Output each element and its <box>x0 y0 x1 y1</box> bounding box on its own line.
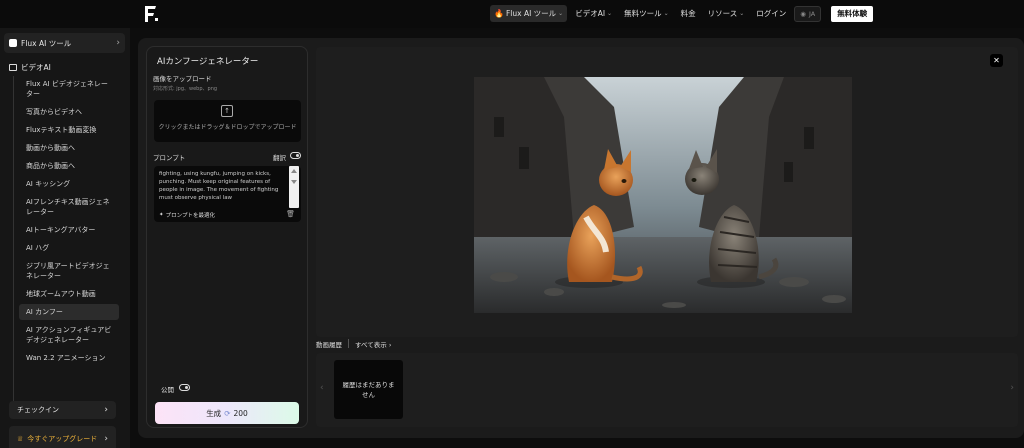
upload-formats: 対応形式: jpg、webp、png <box>153 86 218 92</box>
nav-free-tools[interactable]: 無料ツール ⌄ <box>620 5 673 22</box>
globe-icon: ◉ <box>800 9 806 18</box>
flux-logo-icon[interactable] <box>143 5 159 23</box>
history-panel: ‹ 履歴はまだありません › <box>316 353 1018 427</box>
main-nav: 🔥 Flux AI ツール ⌄ ビデオAI ⌄ 無料ツール ⌄ 料金 リソース … <box>490 5 874 22</box>
sidebar-flux-tools[interactable]: Flux AI ツール › <box>4 33 125 53</box>
preview-image <box>474 77 852 313</box>
chevron-down-icon: ⌄ <box>739 10 745 17</box>
public-label: 公開 <box>161 386 174 394</box>
sidebar-item[interactable]: AIトーキングアバター <box>19 222 119 238</box>
chevron-right-icon: › <box>104 434 108 444</box>
sidebar-section-label: ビデオAI <box>21 63 51 72</box>
sidebar: Flux AI ツール › ビデオAI Flux AI ビデオジェネレーター写真… <box>0 28 130 448</box>
sidebar-item[interactable]: AI ハグ <box>19 240 119 256</box>
nav-label: 料金 <box>680 9 696 18</box>
sidebar-item[interactable]: 動画から動画へ <box>19 140 119 156</box>
nav-label: リソース <box>707 9 738 18</box>
sidebar-divider <box>13 76 14 406</box>
nav-label: ログイン <box>756 9 787 18</box>
chevron-down-icon: ⌄ <box>607 10 613 17</box>
history-label: 動画履歴 <box>316 341 342 349</box>
prompt-label: プロンプト <box>153 154 186 162</box>
upload-label: 画像をアップロード <box>153 75 212 83</box>
show-all-link[interactable]: すべて表示 › <box>355 339 391 349</box>
flame-icon: 🔥 <box>494 9 504 18</box>
nav-login[interactable]: ログイン <box>752 5 790 22</box>
prompt-scrollbar[interactable] <box>289 166 299 208</box>
nav-flux-ai-tools[interactable]: 🔥 Flux AI ツール ⌄ <box>490 5 568 22</box>
chevron-right-icon: › <box>104 405 108 415</box>
checkin-label: チェックイン <box>17 406 59 414</box>
sidebar-item[interactable]: Wan 2.2 アニメーション <box>19 350 119 366</box>
chevron-right-icon: › <box>388 341 392 349</box>
history-divider <box>348 339 349 348</box>
sidebar-item[interactable]: 商品から動画へ <box>19 158 119 174</box>
chevron-down-icon: ⌄ <box>558 10 564 17</box>
magic-wand-icon: ✦ <box>159 212 164 218</box>
credit-icon: ⟳ <box>224 408 231 418</box>
trash-icon[interactable]: 🗑 <box>286 210 295 218</box>
sidebar-item[interactable]: AIフレンチキス動画ジェネレーター <box>19 194 119 220</box>
optimize-prompt-button[interactable]: ✦ プロンプトを最適化 <box>159 211 215 219</box>
nav-label: Flux AI ツール <box>505 9 557 18</box>
sidebar-item[interactable]: 地球ズームアウト動画 <box>19 286 119 302</box>
prompt-text: fighting, using kungfu, jumping on kicks… <box>159 171 279 201</box>
sidebar-item[interactable]: Flux AI ビデオジェネレーター <box>19 76 119 102</box>
close-icon[interactable]: ✕ <box>990 54 1003 67</box>
upload-icon: ↑ <box>221 105 233 117</box>
show-all-label: すべて表示 <box>355 341 387 349</box>
sidebar-item[interactable]: ジブリ風アートビデオジェネレーター <box>19 258 119 284</box>
scroll-up-icon[interactable] <box>291 169 297 173</box>
optimize-label: プロンプトを最適化 <box>165 213 215 219</box>
flux-small-icon <box>9 39 17 47</box>
translate-toggle[interactable] <box>290 152 301 159</box>
sidebar-item[interactable]: AI アクションフィギュアビデオジェネレーター <box>19 322 119 348</box>
upload-hint: クリックまたはドラッグ＆ドロップでアップロード <box>158 124 297 131</box>
sidebar-list: Flux AI ビデオジェネレーター写真からビデオへ Fluxテキスト動画変換 動画… <box>19 76 119 368</box>
nav-label: ビデオAI <box>575 9 606 18</box>
sidebar-item[interactable]: Fluxテキスト動画変換 <box>19 122 119 138</box>
upgrade-button[interactable]: ♕ 今すぐアップグレード › <box>9 426 116 448</box>
prompt-input[interactable]: fighting, using kungfu, jumping on kicks… <box>154 166 301 222</box>
generate-label: 生成 <box>206 408 222 418</box>
upgrade-label: 今すぐアップグレード <box>27 435 98 443</box>
public-toggle[interactable] <box>179 384 190 391</box>
scroll-down-icon[interactable] <box>291 180 297 184</box>
chevron-left-icon[interactable]: ‹ <box>320 383 324 393</box>
sidebar-item[interactable]: 写真からビデオへ <box>19 104 119 120</box>
generator-panel: AIカンフージェネレーター 画像をアップロード 対応形式: jpg、webp、p… <box>146 46 308 428</box>
sidebar-item[interactable]: AI キッシング <box>19 176 119 192</box>
nav-video-ai[interactable]: ビデオAI ⌄ <box>571 5 616 22</box>
sidebar-tool-label: Flux AI ツール <box>21 38 72 48</box>
history-empty-card: 履歴はまだありません <box>334 360 403 419</box>
sidebar-item[interactable]: AI カンフー <box>19 304 119 320</box>
language-selector[interactable]: ◉ JA <box>794 5 822 22</box>
chevron-right-icon[interactable]: › <box>1010 383 1014 393</box>
generate-cost: 200 <box>233 408 248 418</box>
nav-pricing[interactable]: 料金 <box>677 5 700 22</box>
top-nav: 🔥 Flux AI ツール ⌄ ビデオAI ⌄ 無料ツール ⌄ 料金 リソース … <box>0 0 1024 28</box>
language-code: JA <box>808 9 816 18</box>
checkin-button[interactable]: チェックイン › <box>9 401 116 419</box>
sidebar-video-section[interactable]: ビデオAI <box>9 62 51 73</box>
upload-dropzone[interactable]: ↑ クリックまたはドラッグ＆ドロップでアップロード <box>154 100 301 142</box>
history-header: 動画履歴 すべて表示 › <box>316 339 391 349</box>
panel-title: AIカンフージェネレーター <box>157 57 259 67</box>
translate-label: 翻訳 <box>273 154 286 162</box>
free-trial-button[interactable]: 無料体験 <box>831 5 874 22</box>
nav-label: 無料ツール <box>624 9 662 18</box>
video-icon <box>9 64 17 71</box>
crown-icon: ♕ <box>17 435 24 443</box>
nav-resources[interactable]: リソース ⌄ <box>704 5 749 22</box>
chevron-right-icon: › <box>116 38 120 48</box>
chevron-down-icon: ⌄ <box>663 10 669 17</box>
generate-button[interactable]: 生成 ⟳ 200 <box>155 402 299 424</box>
